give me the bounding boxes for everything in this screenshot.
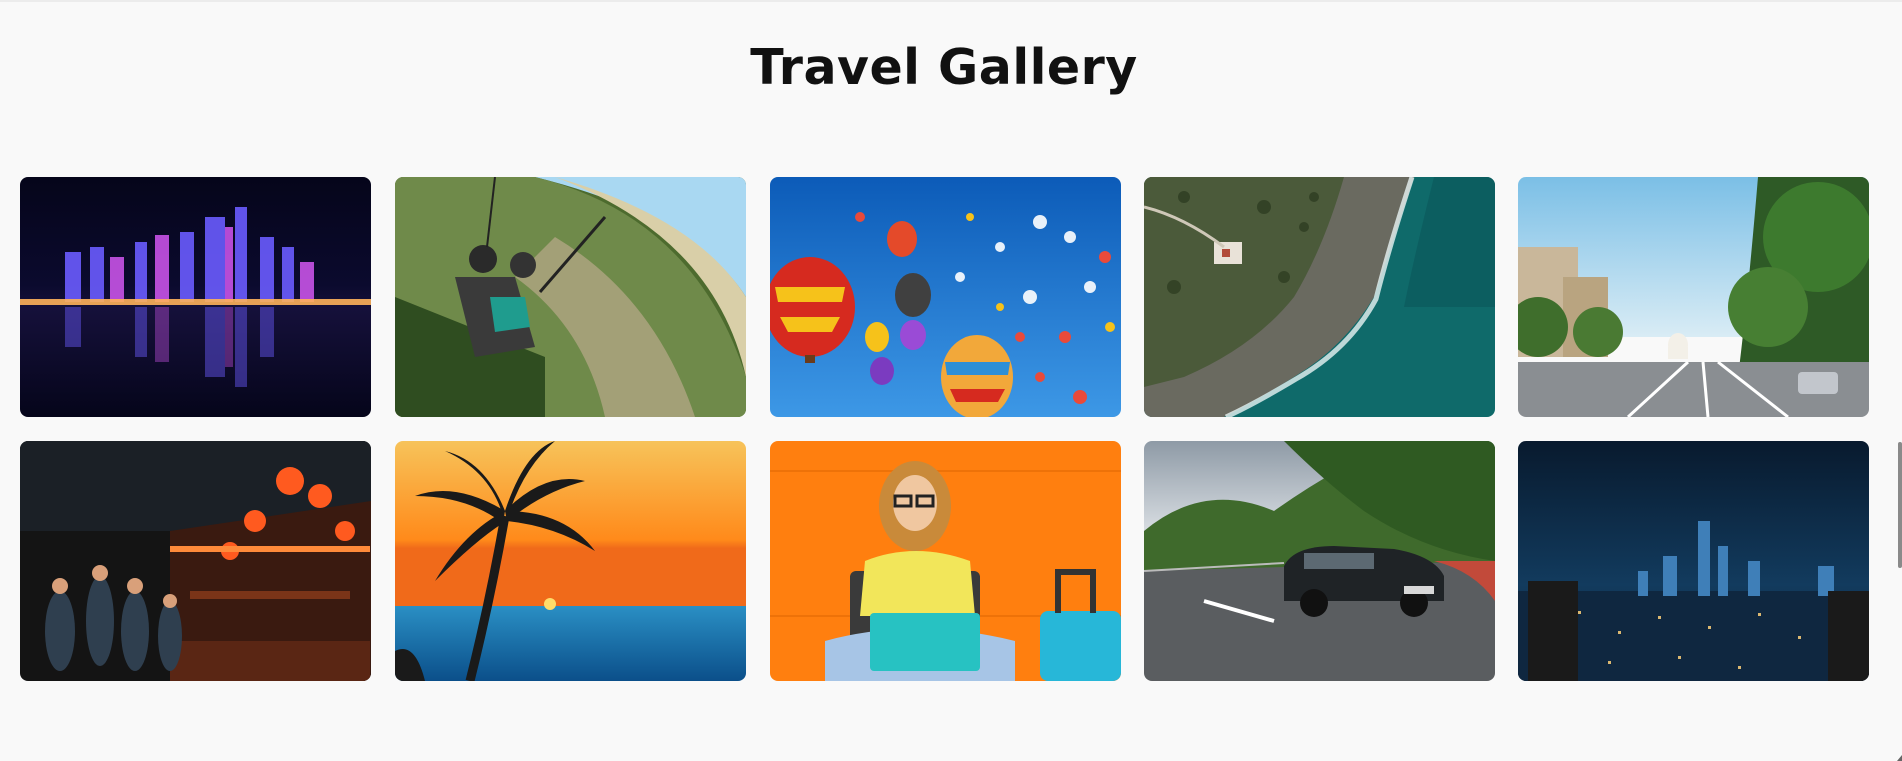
scrollbar-thumb[interactable] (1898, 442, 1902, 568)
gallery-image-city-night-towers[interactable] (1518, 441, 1869, 681)
gallery-image-city-street-capitol[interactable] (1518, 177, 1869, 417)
gallery-image-city-night-skyline[interactable] (20, 177, 371, 417)
gallery-image-hot-air-balloons[interactable] (770, 177, 1121, 417)
gallery-image-night-market[interactable] (20, 441, 371, 681)
gallery-image-woman-laptop-suitcase[interactable] (770, 441, 1121, 681)
scroll-down-arrow-icon[interactable] (1897, 755, 1902, 761)
gallery-image-palm-sunset[interactable] (395, 441, 746, 681)
gallery-image-paragliding-tandem[interactable] (395, 177, 746, 417)
gallery-grid (0, 0, 1902, 761)
gallery-image-car-mountain-road[interactable] (1144, 441, 1495, 681)
gallery-image-aerial-coastline[interactable] (1144, 177, 1495, 417)
